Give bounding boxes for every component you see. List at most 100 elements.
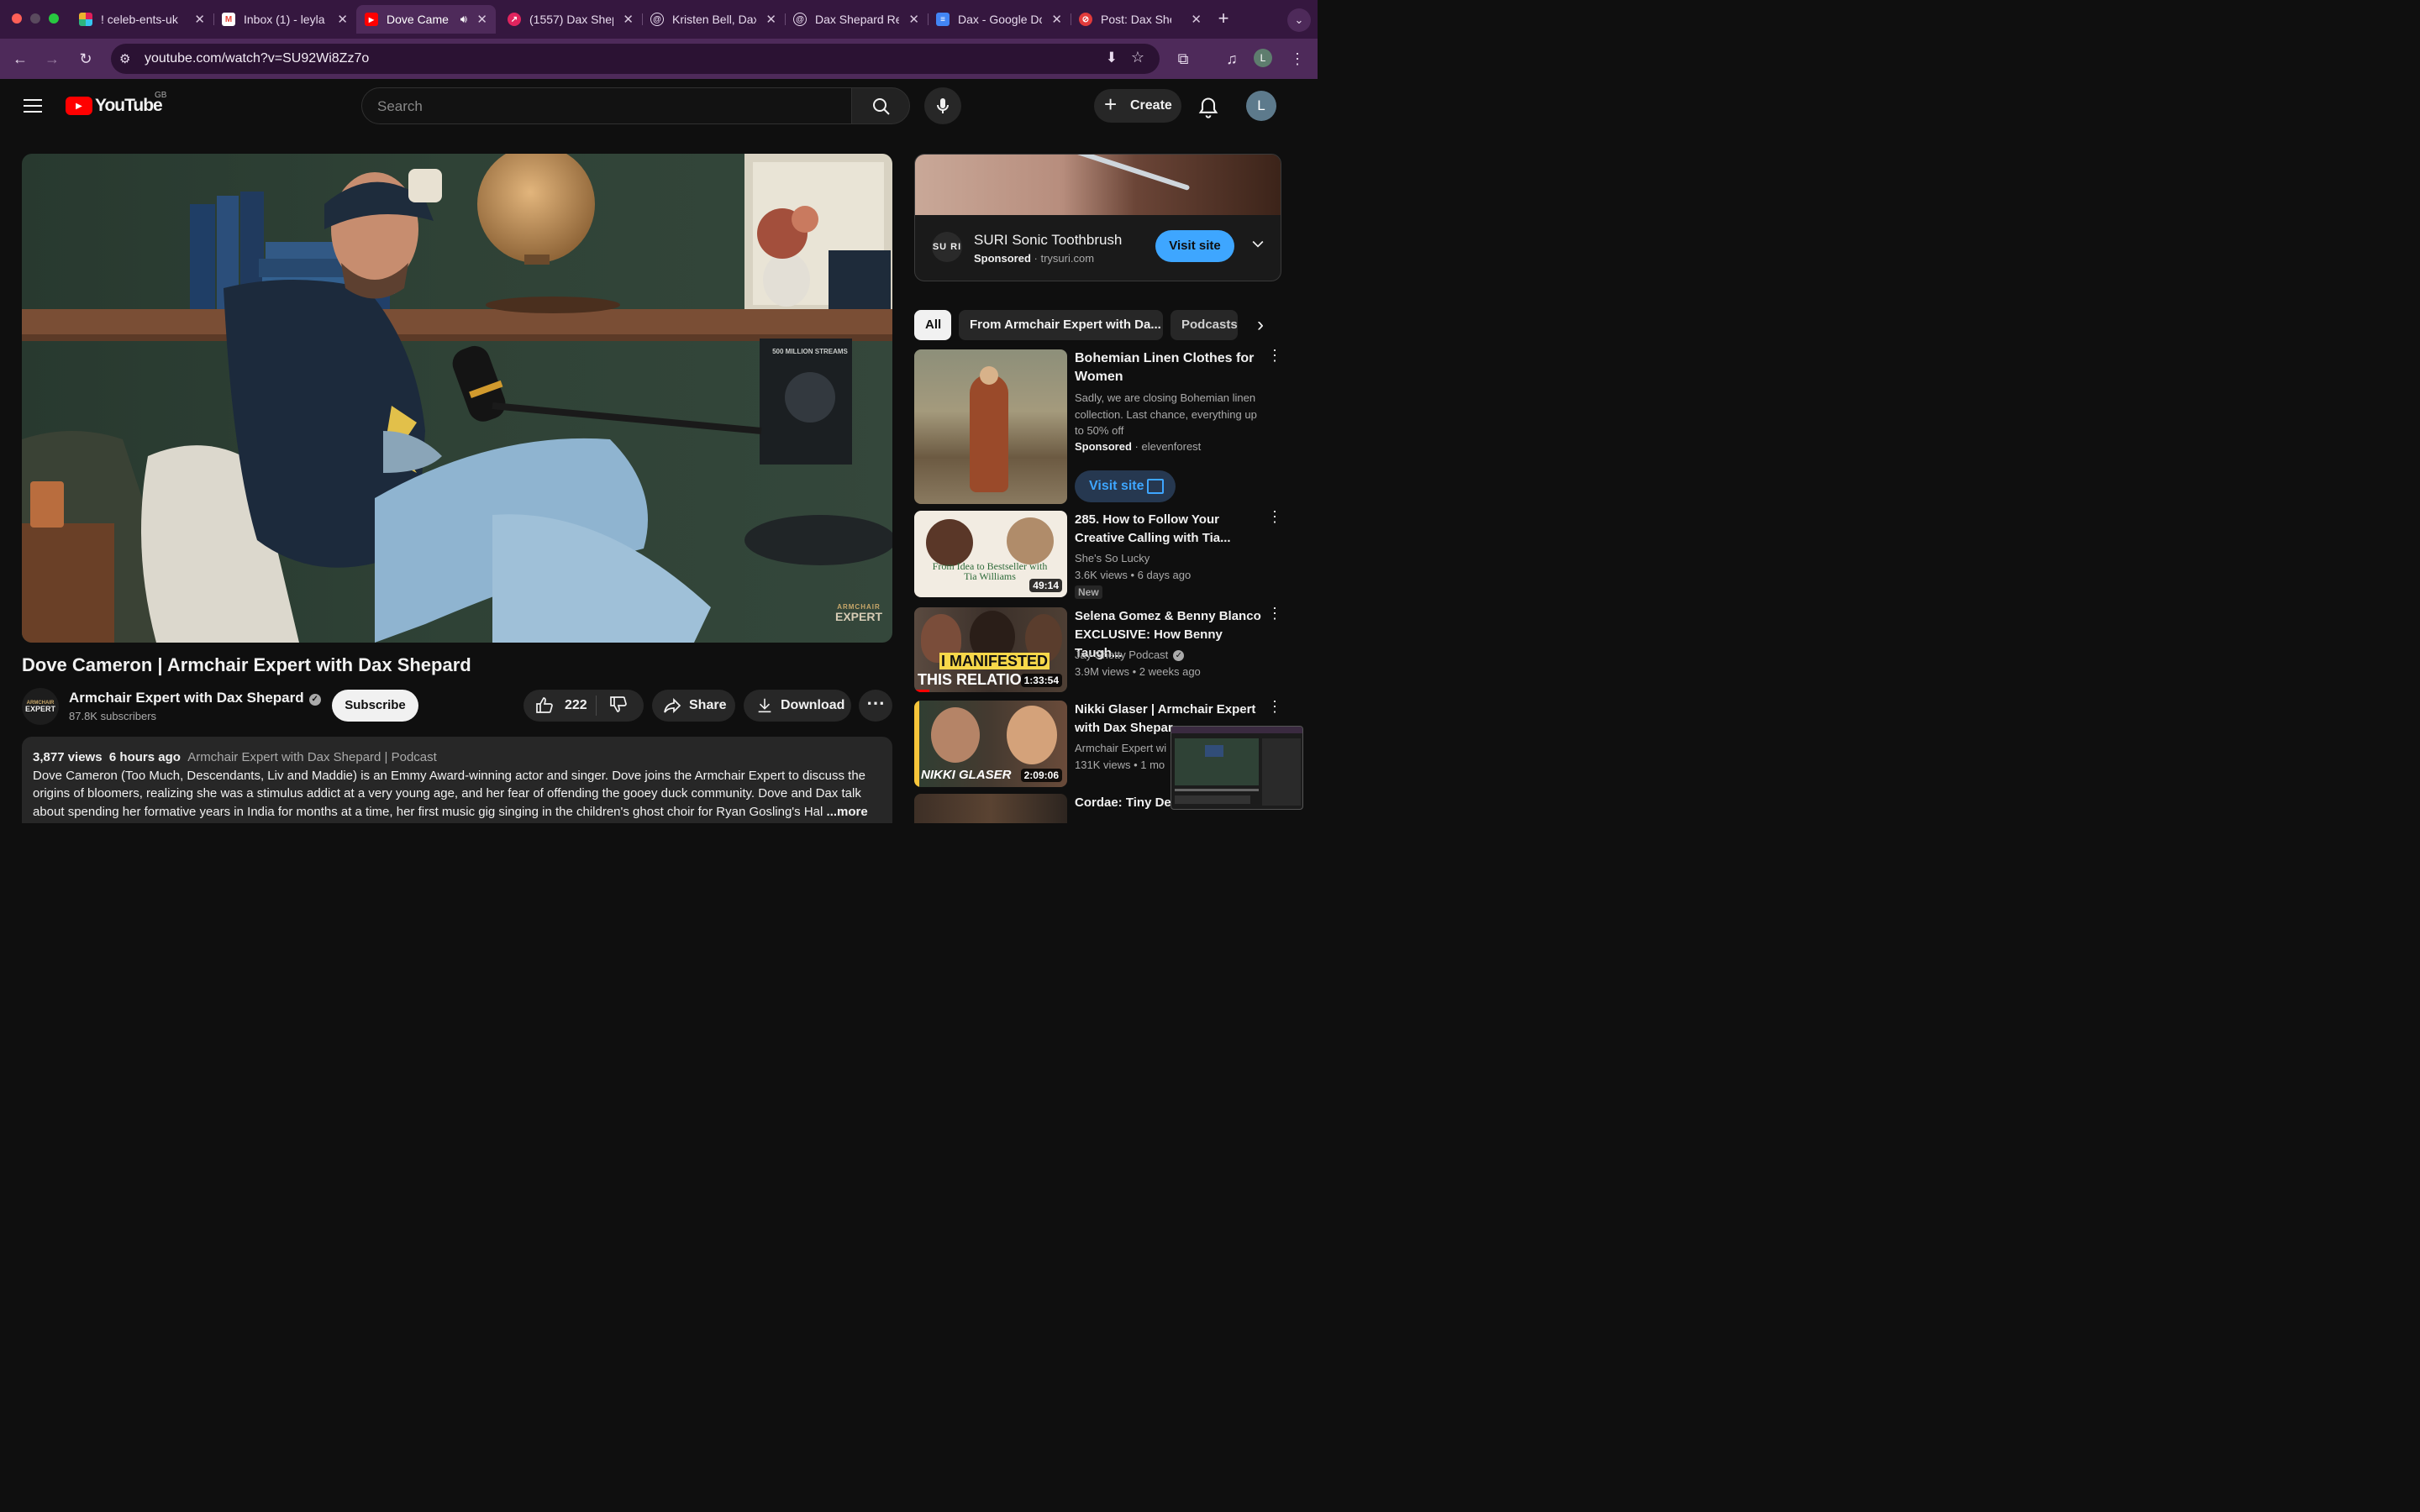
chrome-menu-icon[interactable]: ⋮ (1287, 49, 1307, 69)
video-title: 285. How to Follow Your Creative Calling… (1075, 512, 1231, 545)
audio-playing-icon[interactable]: 🔊︎ (460, 13, 467, 26)
close-tab-icon[interactable]: ✕ (908, 12, 919, 27)
video-stats: 3.9M views • 2 weeks ago (1075, 665, 1201, 678)
browser-toolbar: ← → ↻ ⚙︎ youtube.com/watch?v=SU92Wi8Zz7o… (0, 39, 1318, 79)
screen: ! celeb-ents-uk ✕ M Inbox (1) - leyla ✕ … (0, 0, 1318, 823)
channel-name[interactable]: Armchair Expert with Dax Shepard ✓ (69, 690, 321, 706)
browser-tab-active[interactable]: ▶ Dove Cameron 🔊︎ ✕ (356, 5, 496, 34)
recommended-video[interactable]: I MANIFESTED THIS RELATIO 1:33:54 Selena… (914, 606, 1282, 693)
video-player[interactable]: 500 MILLION STREAMS ARMCHAIR EXPERT (22, 154, 892, 643)
more-options-icon[interactable]: ⋮ (1267, 348, 1282, 363)
sponsored-thumbnail[interactable] (914, 349, 1067, 504)
ad-title: SURI Sonic Toothbrush (974, 232, 1123, 248)
threads-icon: @ (793, 13, 807, 26)
video-duration: 2:09:06 (1020, 769, 1062, 782)
video-thumbnail[interactable]: From Idea to Bestseller with Tia William… (914, 511, 1067, 597)
description-line: about spending her formative years in In… (33, 804, 868, 819)
chip-from-channel[interactable]: From Armchair Expert with Da... (959, 310, 1163, 340)
close-window-button[interactable] (12, 13, 22, 24)
media-controls-icon[interactable]: ♫ (1222, 49, 1242, 69)
hamburger-menu-icon[interactable] (24, 99, 42, 113)
account-avatar[interactable]: L (1246, 91, 1276, 121)
minimize-window-button[interactable] (30, 13, 40, 24)
browser-tab[interactable]: @ Dax Shepard Re ✕ (785, 5, 928, 34)
search-input[interactable]: Search (361, 87, 852, 124)
recommended-video[interactable]: From Idea to Bestseller with Tia William… (914, 509, 1282, 599)
download-icon (758, 698, 771, 713)
subscribe-button[interactable]: Subscribe (332, 690, 418, 722)
install-app-icon[interactable]: ⬇︎ (1106, 50, 1118, 66)
picture-in-picture-window[interactable] (1171, 726, 1303, 810)
site-info-icon[interactable]: ⚙︎ (119, 51, 130, 66)
browser-tab[interactable]: ! celeb-ents-uk ✕ (71, 5, 213, 34)
like-button[interactable]: 222 (523, 690, 596, 722)
ad-visit-site-button[interactable]: Visit site (1155, 230, 1234, 262)
address-bar[interactable]: ⚙︎ youtube.com/watch?v=SU92Wi8Zz7o ⬇︎ ☆ (111, 44, 1160, 74)
like-dislike-group: 222 (523, 690, 644, 722)
chips-next-icon[interactable]: › (1245, 310, 1276, 340)
close-tab-icon[interactable]: ✕ (1191, 12, 1202, 27)
more-options-icon[interactable]: ⋮ (1267, 606, 1282, 621)
forward-icon[interactable]: → (42, 49, 62, 69)
gmail-icon: M (222, 13, 235, 26)
visit-site-button[interactable]: Visit site (1075, 470, 1176, 502)
close-tab-icon[interactable]: ✕ (1051, 12, 1062, 27)
create-button[interactable]: + Create (1094, 89, 1181, 123)
close-tab-icon[interactable]: ✕ (765, 12, 776, 27)
red-swirl-icon: ↗ (508, 13, 521, 26)
video-stats: 3.6K views • 6 days ago (1075, 569, 1192, 581)
back-icon[interactable]: ← (10, 49, 30, 69)
notifications-bell-icon[interactable] (1197, 96, 1220, 119)
browser-tab[interactable]: ↗ (1557) Dax Shep ✕ (499, 5, 642, 34)
close-tab-icon[interactable]: ✕ (476, 12, 487, 27)
close-tab-icon[interactable]: ✕ (337, 12, 348, 27)
chip-all[interactable]: All (914, 310, 951, 340)
extensions-icon[interactable]: ⧉ (1173, 49, 1193, 69)
thumbnail-caption: I MANIFESTED (939, 653, 1050, 669)
tab-search-icon[interactable]: ⌄ (1287, 8, 1311, 32)
dislike-button[interactable] (597, 694, 629, 718)
new-tab-icon[interactable]: + (1213, 8, 1234, 29)
browser-tab[interactable]: ⊘ Post: Dax Shep ✕ (1071, 5, 1210, 34)
new-badge: New (1075, 585, 1102, 599)
close-tab-icon[interactable]: ✕ (623, 12, 634, 27)
google-docs-icon: ≡ (936, 13, 950, 26)
video-thumbnail[interactable]: NIKKI GLASER 2:09:06 (914, 701, 1067, 787)
search-button[interactable] (851, 87, 910, 124)
description-box[interactable]: 3,877 views 6 hours ago Armchair Expert … (22, 737, 892, 823)
bookmark-star-icon[interactable]: ☆ (1131, 49, 1144, 66)
share-arrow-icon (664, 697, 681, 714)
more-options-icon[interactable]: ⋮ (1267, 699, 1282, 714)
chevron-down-icon[interactable] (1249, 235, 1266, 252)
share-button[interactable]: Share (652, 690, 735, 722)
close-tab-icon[interactable]: ✕ (194, 12, 205, 27)
ad-meta: Sponsored · trysuri.com (974, 252, 1095, 265)
sponsored-title: Bohemian Linen Clothes for Women (1075, 351, 1255, 384)
browser-tab[interactable]: @ Kristen Bell, Dax ✕ (642, 5, 785, 34)
sidebar-ad-card[interactable]: SU RI SURI Sonic Toothbrush Sponsored · … (914, 154, 1281, 281)
show-more-link[interactable]: ...more (827, 805, 868, 819)
video-thumbnail[interactable]: I MANIFESTED THIS RELATIO 1:33:54 (914, 607, 1067, 692)
more-options-icon[interactable]: ⋮ (1267, 509, 1282, 524)
more-actions-icon[interactable]: ⋯ (859, 690, 892, 722)
channel-name: Armchair Expert wi (1075, 742, 1167, 754)
verified-check-icon: ✓ (308, 694, 321, 706)
channel-avatar[interactable]: ARMCHAIR EXPERT (22, 688, 59, 725)
maximize-window-button[interactable] (49, 13, 59, 24)
open-external-icon (1147, 479, 1164, 494)
profile-avatar[interactable]: L (1254, 49, 1272, 67)
description-meta: 3,877 views 6 hours ago Armchair Expert … (33, 750, 437, 764)
voice-search-button[interactable] (924, 87, 961, 124)
browser-tab[interactable]: ≡ Dax - Google Do ✕ (928, 5, 1071, 34)
download-button[interactable]: Download (744, 690, 851, 722)
youtube-logo[interactable]: ▶ YouTube GB (66, 91, 166, 116)
video-thumbnail[interactable] (914, 794, 1067, 823)
browser-tab[interactable]: M Inbox (1) - leyla ✕ (213, 5, 356, 34)
thumbnail-caption: NIKKI GLASER (921, 768, 1012, 782)
chip-podcasts[interactable]: Podcasts (1171, 310, 1238, 340)
reload-icon[interactable]: ↻ (76, 49, 96, 69)
thumbs-up-icon (536, 697, 553, 713)
sponsored-video-card[interactable]: Bohemian Linen Clothes for Women Sadly, … (914, 348, 1282, 504)
threads-icon: @ (650, 13, 664, 26)
video-stats: 131K views • 1 mo (1075, 759, 1165, 771)
